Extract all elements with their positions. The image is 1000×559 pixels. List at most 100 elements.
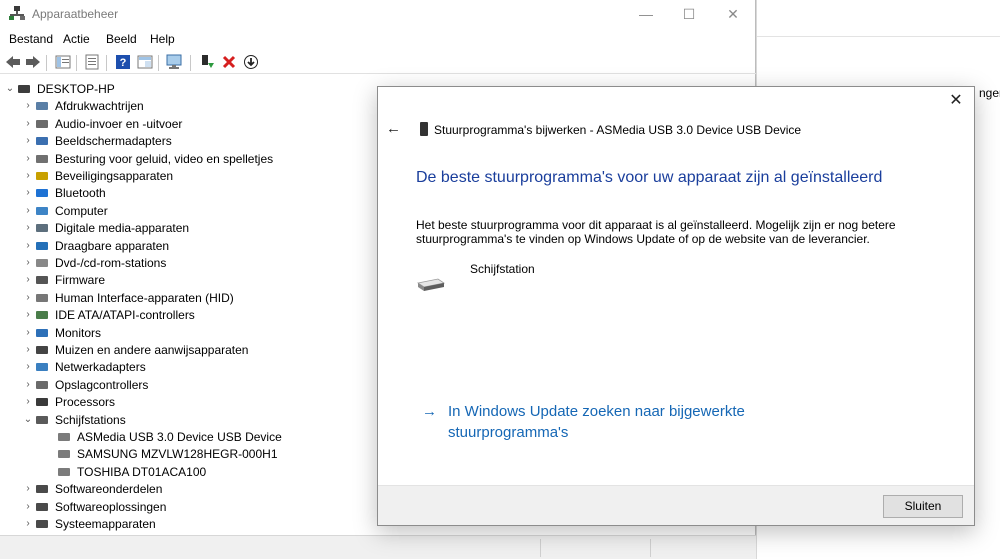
chevron-right-icon[interactable]: ›	[22, 396, 34, 407]
chevron-right-icon[interactable]: ›	[22, 135, 34, 146]
chevron-right-icon[interactable]: ›	[22, 170, 34, 181]
scan-hardware-icon[interactable]	[166, 53, 184, 71]
chevron-right-icon[interactable]: ›	[22, 344, 34, 355]
menu-help[interactable]: Help	[150, 32, 175, 46]
tree-item-label: Digitale media-apparaten	[55, 220, 190, 235]
tree-category[interactable]: › Bluetooth	[0, 184, 370, 201]
back-arrow-icon[interactable]: ←	[386, 120, 401, 137]
disk-drive-icon	[416, 278, 446, 291]
menu-bar: Bestand Actie Beeld Help	[0, 28, 756, 50]
category-device-icon	[34, 413, 50, 427]
tree-category[interactable]: › Muizen en andere aanwijsapparaten	[0, 341, 370, 358]
title-bar[interactable]: Apparaatbeheer — ☐ ✕	[0, 0, 756, 28]
chevron-right-icon[interactable]: ›	[22, 361, 34, 372]
disable-device-icon[interactable]	[242, 53, 260, 71]
tree-category[interactable]: › Dvd-/cd-rom-stations	[0, 254, 370, 271]
dialog-header: Stuurprogramma's bijwerken - ASMedia USB…	[434, 123, 802, 137]
back-arrow-icon[interactable]	[4, 53, 22, 71]
usb-device-icon	[420, 122, 428, 136]
uninstall-device-icon[interactable]	[220, 53, 238, 71]
tree-item-label: Firmware	[55, 272, 105, 287]
dialog-body-line-2: stuurprogramma's te vinden op Windows Up…	[416, 232, 870, 246]
chevron-right-icon[interactable]: ›	[22, 327, 34, 338]
category-device-icon	[34, 134, 50, 148]
disk-drive-icon	[56, 447, 72, 461]
tree-item-label: Draagbare apparaten	[55, 238, 170, 253]
toolbar-separator	[76, 55, 77, 71]
chevron-right-icon[interactable]: ›	[22, 222, 34, 233]
tree-device[interactable]: ASMedia USB 3.0 Device USB Device	[0, 428, 370, 445]
category-device-icon	[34, 152, 50, 166]
tree-category[interactable]: ⌄ Schijfstations	[0, 411, 370, 428]
update-driver-dialog: ✕ ← Stuurprogramma's bijwerken - ASMedia…	[377, 86, 975, 526]
tree-category[interactable]: › Digitale media-apparaten	[0, 219, 370, 236]
maximize-button[interactable]: ☐	[666, 0, 712, 28]
tree-category[interactable]: › Beveiligingsapparaten	[0, 167, 370, 184]
tree-category[interactable]: › Netwerkadapters	[0, 358, 370, 375]
dialog-close-icon[interactable]: ✕	[944, 89, 968, 113]
tree-item-label: Beveiligingsapparaten	[55, 168, 174, 183]
tree-category[interactable]: › Computer	[0, 202, 370, 219]
chevron-down-icon[interactable]: ⌄	[22, 414, 34, 425]
properties-icon[interactable]	[83, 53, 101, 71]
update-driver-icon[interactable]	[198, 53, 216, 71]
chevron-right-icon[interactable]: ›	[22, 205, 34, 216]
category-device-icon	[34, 291, 50, 305]
tree-category[interactable]: › Beeldschermadapters	[0, 132, 370, 149]
tree-category[interactable]: › Draagbare apparaten	[0, 237, 370, 254]
tree-category[interactable]: › Processors	[0, 393, 370, 410]
chevron-right-icon[interactable]: ›	[22, 118, 34, 129]
chevron-right-icon[interactable]: ›	[22, 100, 34, 111]
chevron-right-icon[interactable]: ›	[22, 187, 34, 198]
windows-update-link-line-2[interactable]: stuurprogramma's	[424, 422, 784, 443]
device-type-label: Schijfstation	[470, 262, 535, 276]
tree-item-label: Opslagcontrollers	[55, 377, 149, 392]
tree-category[interactable]: › IDE ATA/ATAPI-controllers	[0, 306, 370, 323]
computer-tree-icon	[16, 82, 32, 96]
chevron-right-icon[interactable]: ›	[22, 518, 34, 529]
tree-category[interactable]: › Systeemapparaten	[0, 515, 370, 532]
help-icon[interactable]: ?	[114, 53, 132, 71]
tree-category[interactable]: › Human Interface-apparaten (HID)	[0, 289, 370, 306]
tree-category[interactable]: › Opslagcontrollers	[0, 376, 370, 393]
tree-category[interactable]: › Softwareonderdelen	[0, 480, 370, 497]
tree-item-label: Softwareonderdelen	[55, 481, 163, 496]
close-button[interactable]: ✕	[710, 0, 756, 28]
windows-update-link-line-1[interactable]: In Windows Update zoeken naar bijgewerkt…	[424, 401, 784, 422]
tree-category[interactable]: › Monitors	[0, 324, 370, 341]
close-dialog-button[interactable]: Sluiten	[883, 495, 963, 518]
show-hide-tree-icon[interactable]	[54, 53, 72, 71]
menu-bestand[interactable]: Bestand	[9, 32, 53, 46]
tree-category[interactable]: › Audio-invoer en -uitvoer	[0, 115, 370, 132]
tree-item-label: Beeldschermadapters	[55, 133, 172, 148]
chevron-right-icon[interactable]: ›	[22, 274, 34, 285]
chevron-right-icon[interactable]: ›	[22, 483, 34, 494]
chevron-right-icon[interactable]: ›	[22, 309, 34, 320]
menu-actie[interactable]: Actie	[63, 32, 90, 46]
chevron-right-icon[interactable]: ›	[22, 240, 34, 251]
tree-category[interactable]: › Afdrukwachtrijen	[0, 97, 370, 114]
chevron-right-icon[interactable]: ›	[22, 257, 34, 268]
forward-arrow-icon[interactable]	[24, 53, 42, 71]
category-device-icon	[34, 326, 50, 340]
chevron-right-icon[interactable]: ›	[22, 292, 34, 303]
minimize-button[interactable]: —	[623, 0, 669, 28]
tree-category[interactable]: › Firmware	[0, 271, 370, 288]
tree-device[interactable]: SAMSUNG MZVLW128HEGR-000H1	[0, 445, 370, 462]
tree-category[interactable]: › Softwareoplossingen	[0, 498, 370, 515]
tree-device[interactable]: TOSHIBA DT01ACA100	[0, 463, 370, 480]
menu-beeld[interactable]: Beeld	[106, 32, 137, 46]
divider	[757, 36, 1000, 37]
chevron-right-icon[interactable]: ›	[22, 153, 34, 164]
tree-item-label: Systeemapparaten	[55, 516, 156, 531]
category-device-icon	[34, 186, 50, 200]
tree-category[interactable]: › Besturing voor geluid, video en spellet…	[0, 150, 370, 167]
tree-root-computer[interactable]: ⌄ DESKTOP-HP	[0, 80, 370, 97]
chevron-down-icon[interactable]: ⌄	[4, 83, 16, 94]
chevron-right-icon[interactable]: ›	[22, 379, 34, 390]
chevron-right-icon[interactable]: ›	[22, 501, 34, 512]
windows-update-link[interactable]: → In Windows Update zoeken naar bijgewer…	[422, 401, 784, 443]
tree-item-label: SAMSUNG MZVLW128HEGR-000H1	[77, 446, 278, 461]
view-pane-icon[interactable]	[136, 53, 154, 71]
arrow-right-icon: →	[422, 403, 437, 420]
